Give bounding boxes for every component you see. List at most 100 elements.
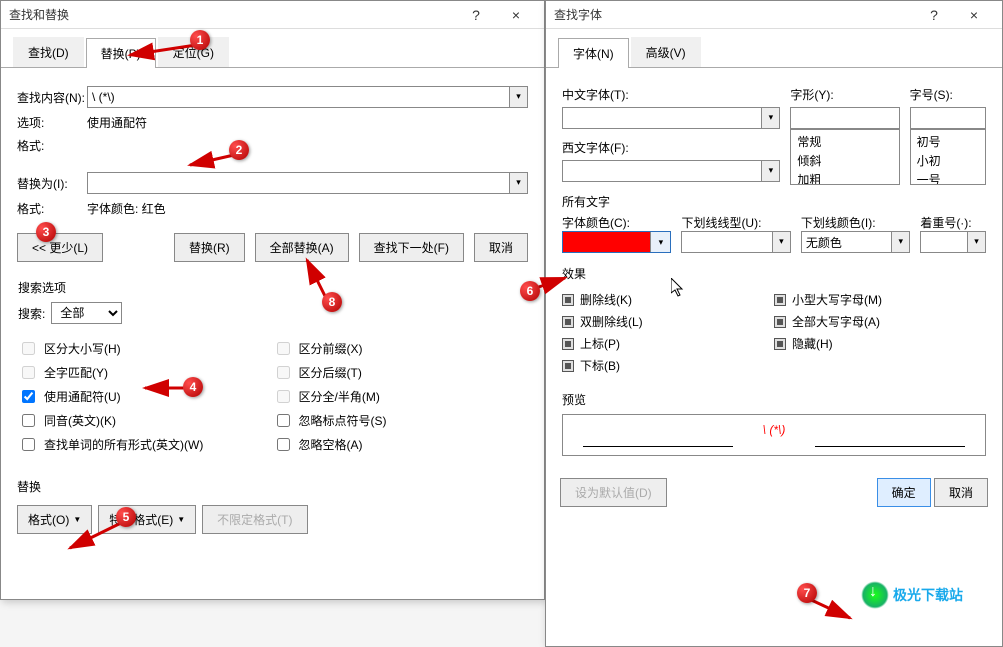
footer-left: 格式(O)▼ 特殊格式(E)▼ 不限定格式(T) xyxy=(1,495,544,550)
emphasis-label: 着重号(·): xyxy=(920,214,986,231)
chk-subscript[interactable] xyxy=(562,360,574,372)
replace-button[interactable]: 替换(R) xyxy=(174,233,245,262)
format-label-2: 格式: xyxy=(17,200,87,217)
titlebar-right: 查找字体 ? × xyxy=(546,1,1002,29)
underline-type-label: 下划线线型(U): xyxy=(681,214,790,231)
replace-input[interactable] xyxy=(87,172,510,194)
set-default-button: 设为默认值(D) xyxy=(560,478,667,507)
dialog-body: 查找内容(N): ▾ 选项: 使用通配符 格式: 替换为(I): ▾ 格式: 字… xyxy=(1,68,544,478)
replace-all-button[interactable]: 全部替换(A) xyxy=(255,233,349,262)
format-label-1: 格式: xyxy=(17,137,87,154)
chk-hidden[interactable] xyxy=(774,338,786,350)
chk-superscript[interactable] xyxy=(562,338,574,350)
all-text-label: 所有文字 xyxy=(562,193,986,210)
preview-text: \ (*\) xyxy=(763,423,786,437)
titlebar: 查找和替换 ? × xyxy=(1,1,544,29)
replace-label: 替换为(I): xyxy=(17,175,87,192)
options-label: 选项: xyxy=(17,114,87,131)
chk-full-half xyxy=(277,390,290,403)
format-button[interactable]: 格式(O)▼ xyxy=(17,505,92,534)
preview-label: 预览 xyxy=(562,391,986,408)
chk-all-forms[interactable] xyxy=(22,438,35,451)
effects-label: 效果 xyxy=(562,265,986,282)
tab-advanced[interactable]: 高级(V) xyxy=(631,37,701,67)
footer-right: 设为默认值(D) 确定 取消 xyxy=(546,468,1002,517)
cancel-button-right[interactable]: 取消 xyxy=(934,478,988,507)
replace-dropdown-icon[interactable]: ▾ xyxy=(510,172,528,194)
chk-ignore-punct[interactable] xyxy=(277,414,290,427)
annotation-badge-4: 4 xyxy=(183,377,203,397)
chk-sounds-like[interactable] xyxy=(22,414,35,427)
find-dropdown-icon[interactable]: ▾ xyxy=(510,86,528,108)
underline-type-input[interactable] xyxy=(681,231,772,253)
tab-find[interactable]: 查找(D) xyxy=(13,37,84,67)
cn-font-label: 中文字体(T): xyxy=(562,86,780,103)
font-style-list[interactable]: 常规 倾斜 加粗 xyxy=(790,129,899,185)
find-replace-dialog: 查找和替换 ? × 查找(D) 替换(P) 定位(G) 查找内容(N): ▾ 选… xyxy=(0,0,545,600)
annotation-badge-8: 8 xyxy=(322,292,342,312)
watermark-logo: 极光下载站 xyxy=(861,581,963,609)
font-body: 中文字体(T): ▾ 西文字体(F): ▾ 字形(Y): 常规 倾斜 加粗 字号… xyxy=(546,68,1002,468)
font-tabs: 字体(N) 高级(V) xyxy=(546,29,1002,68)
underline-color-input[interactable] xyxy=(801,231,892,253)
cn-font-input[interactable] xyxy=(562,107,762,129)
close-icon[interactable]: × xyxy=(954,7,994,23)
chk-strike[interactable] xyxy=(562,294,574,306)
find-font-dialog: 查找字体 ? × 字体(N) 高级(V) 中文字体(T): ▾ 西文字体(F):… xyxy=(545,0,1003,647)
font-size-input[interactable] xyxy=(910,107,986,129)
font-color-combo[interactable]: ▾ xyxy=(562,231,671,253)
no-format-button: 不限定格式(T) xyxy=(202,505,307,534)
west-font-input[interactable] xyxy=(562,160,762,182)
find-input[interactable] xyxy=(87,86,510,108)
west-font-dd-icon[interactable]: ▾ xyxy=(762,160,780,182)
watermark-text: 极光下载站 xyxy=(893,585,963,605)
cancel-button[interactable]: 取消 xyxy=(474,233,528,262)
dialog-title: 查找和替换 xyxy=(9,6,456,23)
annotation-badge-7: 7 xyxy=(797,583,817,603)
chk-whole-word xyxy=(22,366,35,379)
annotation-badge-1: 1 xyxy=(190,30,210,50)
chk-dbl-strike[interactable] xyxy=(562,316,574,328)
font-style-input[interactable] xyxy=(790,107,899,129)
emphasis-input[interactable] xyxy=(920,231,968,253)
west-font-label: 西文字体(F): xyxy=(562,139,780,156)
search-options-group: 搜索选项 搜索: 全部 区分大小写(H) 全字匹配(Y) 使用通配符(U) 同音… xyxy=(17,272,528,466)
tabs: 查找(D) 替换(P) 定位(G) xyxy=(1,29,544,68)
special-format-button[interactable]: 特殊格式(E)▼ xyxy=(98,505,196,534)
font-size-label: 字号(S): xyxy=(910,86,986,103)
annotation-badge-3: 3 xyxy=(36,222,56,242)
help-icon[interactable]: ? xyxy=(456,7,496,23)
chk-wildcard[interactable] xyxy=(22,390,35,403)
color-swatch-red xyxy=(563,232,650,252)
font-size-list[interactable]: 初号 小初 一号 xyxy=(910,129,986,185)
chevron-down-icon[interactable]: ▾ xyxy=(650,232,670,252)
ok-button[interactable]: 确定 xyxy=(877,478,931,507)
chk-prefix xyxy=(277,342,290,355)
underline-type-dd-icon[interactable]: ▾ xyxy=(773,231,791,253)
tab-font[interactable]: 字体(N) xyxy=(558,38,629,68)
underline-color-dd-icon[interactable]: ▾ xyxy=(892,231,910,253)
chk-match-case xyxy=(22,342,35,355)
less-button[interactable]: << 更少(L) xyxy=(17,233,103,262)
search-dir-label: 搜索: xyxy=(18,305,45,322)
annotation-badge-6: 6 xyxy=(520,281,540,301)
tab-replace[interactable]: 替换(P) xyxy=(86,38,156,68)
chk-ignore-space[interactable] xyxy=(277,438,290,451)
search-options-title: 搜索选项 xyxy=(18,279,527,296)
chk-all-caps[interactable] xyxy=(774,316,786,328)
search-dir-select[interactable]: 全部 xyxy=(51,302,122,324)
cn-font-dd-icon[interactable]: ▾ xyxy=(762,107,780,129)
close-icon[interactable]: × xyxy=(496,7,536,23)
help-icon[interactable]: ? xyxy=(914,7,954,23)
annotation-badge-5: 5 xyxy=(116,507,136,527)
find-next-button[interactable]: 查找下一处(F) xyxy=(359,233,464,262)
find-label: 查找内容(N): xyxy=(17,89,87,106)
emphasis-dd-icon[interactable]: ▾ xyxy=(968,231,986,253)
options-value: 使用通配符 xyxy=(87,114,147,131)
font-style-label: 字形(Y): xyxy=(790,86,899,103)
chk-suffix xyxy=(277,366,290,379)
format-value-2: 字体颜色: 红色 xyxy=(87,200,166,217)
chk-small-caps[interactable] xyxy=(774,294,786,306)
font-dialog-title: 查找字体 xyxy=(554,6,914,23)
annotation-badge-2: 2 xyxy=(229,140,249,160)
